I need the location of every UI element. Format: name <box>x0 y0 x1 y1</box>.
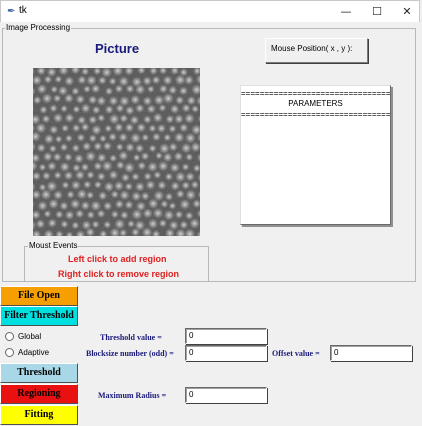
radio-circle-icon[interactable] <box>5 332 14 342</box>
maximum-radius-label: Maximum Radius = <box>98 391 167 400</box>
right-click-hint: Right click to remove region <box>58 269 180 279</box>
minimize-button[interactable]: — <box>331 1 361 23</box>
threshold-button[interactable]: Threshold <box>0 363 78 383</box>
close-button[interactable]: ✕ <box>392 1 422 23</box>
mouse-events-label: Moust Events <box>28 241 79 250</box>
window-title: tk <box>19 5 27 16</box>
maximize-button[interactable]: ☐ <box>362 1 392 23</box>
adaptive-radio[interactable]: Adaptive <box>5 348 50 358</box>
global-radio-label: Global <box>18 332 42 341</box>
blocksize-label: Blocksize number (odd) = <box>86 349 174 358</box>
adaptive-radio-label: Adaptive <box>18 348 50 357</box>
file-open-button[interactable]: File Open <box>0 286 78 306</box>
regioning-button[interactable]: Regioning <box>0 384 78 404</box>
offset-value-input[interactable]: 0 <box>330 345 412 361</box>
mouse-position-button[interactable]: Mouse Position( x , y ): <box>265 38 368 63</box>
threshold-value-input[interactable]: 0 <box>185 328 267 344</box>
title-bar: ✒ tk — ☐ ✕ <box>0 0 420 22</box>
parameters-separator-top: ================================= <box>241 89 390 98</box>
parameters-separator-bottom: ================================= <box>241 110 390 119</box>
parameters-title: PARAMETERS <box>288 99 343 108</box>
image-processing-label: Image Processing <box>5 23 72 32</box>
left-click-hint: Left click to add region <box>68 254 167 264</box>
offset-value-label: Offset value = <box>272 349 320 358</box>
parameters-panel: ================================= PARAME… <box>240 85 391 225</box>
maximum-radius-input[interactable]: 0 <box>185 387 267 403</box>
tk-feather-icon: ✒ <box>7 6 16 17</box>
fitting-button[interactable]: Fitting <box>0 405 78 425</box>
threshold-value-label: Threshold value = <box>100 333 162 342</box>
picture-canvas[interactable] <box>33 68 200 236</box>
blocksize-input[interactable]: 0 <box>185 345 267 361</box>
global-radio[interactable]: Global <box>5 332 42 342</box>
picture-title: Picture <box>95 41 140 56</box>
radio-circle-icon[interactable] <box>5 348 14 358</box>
filter-threshold-button[interactable]: Filter Threshold <box>0 306 78 326</box>
